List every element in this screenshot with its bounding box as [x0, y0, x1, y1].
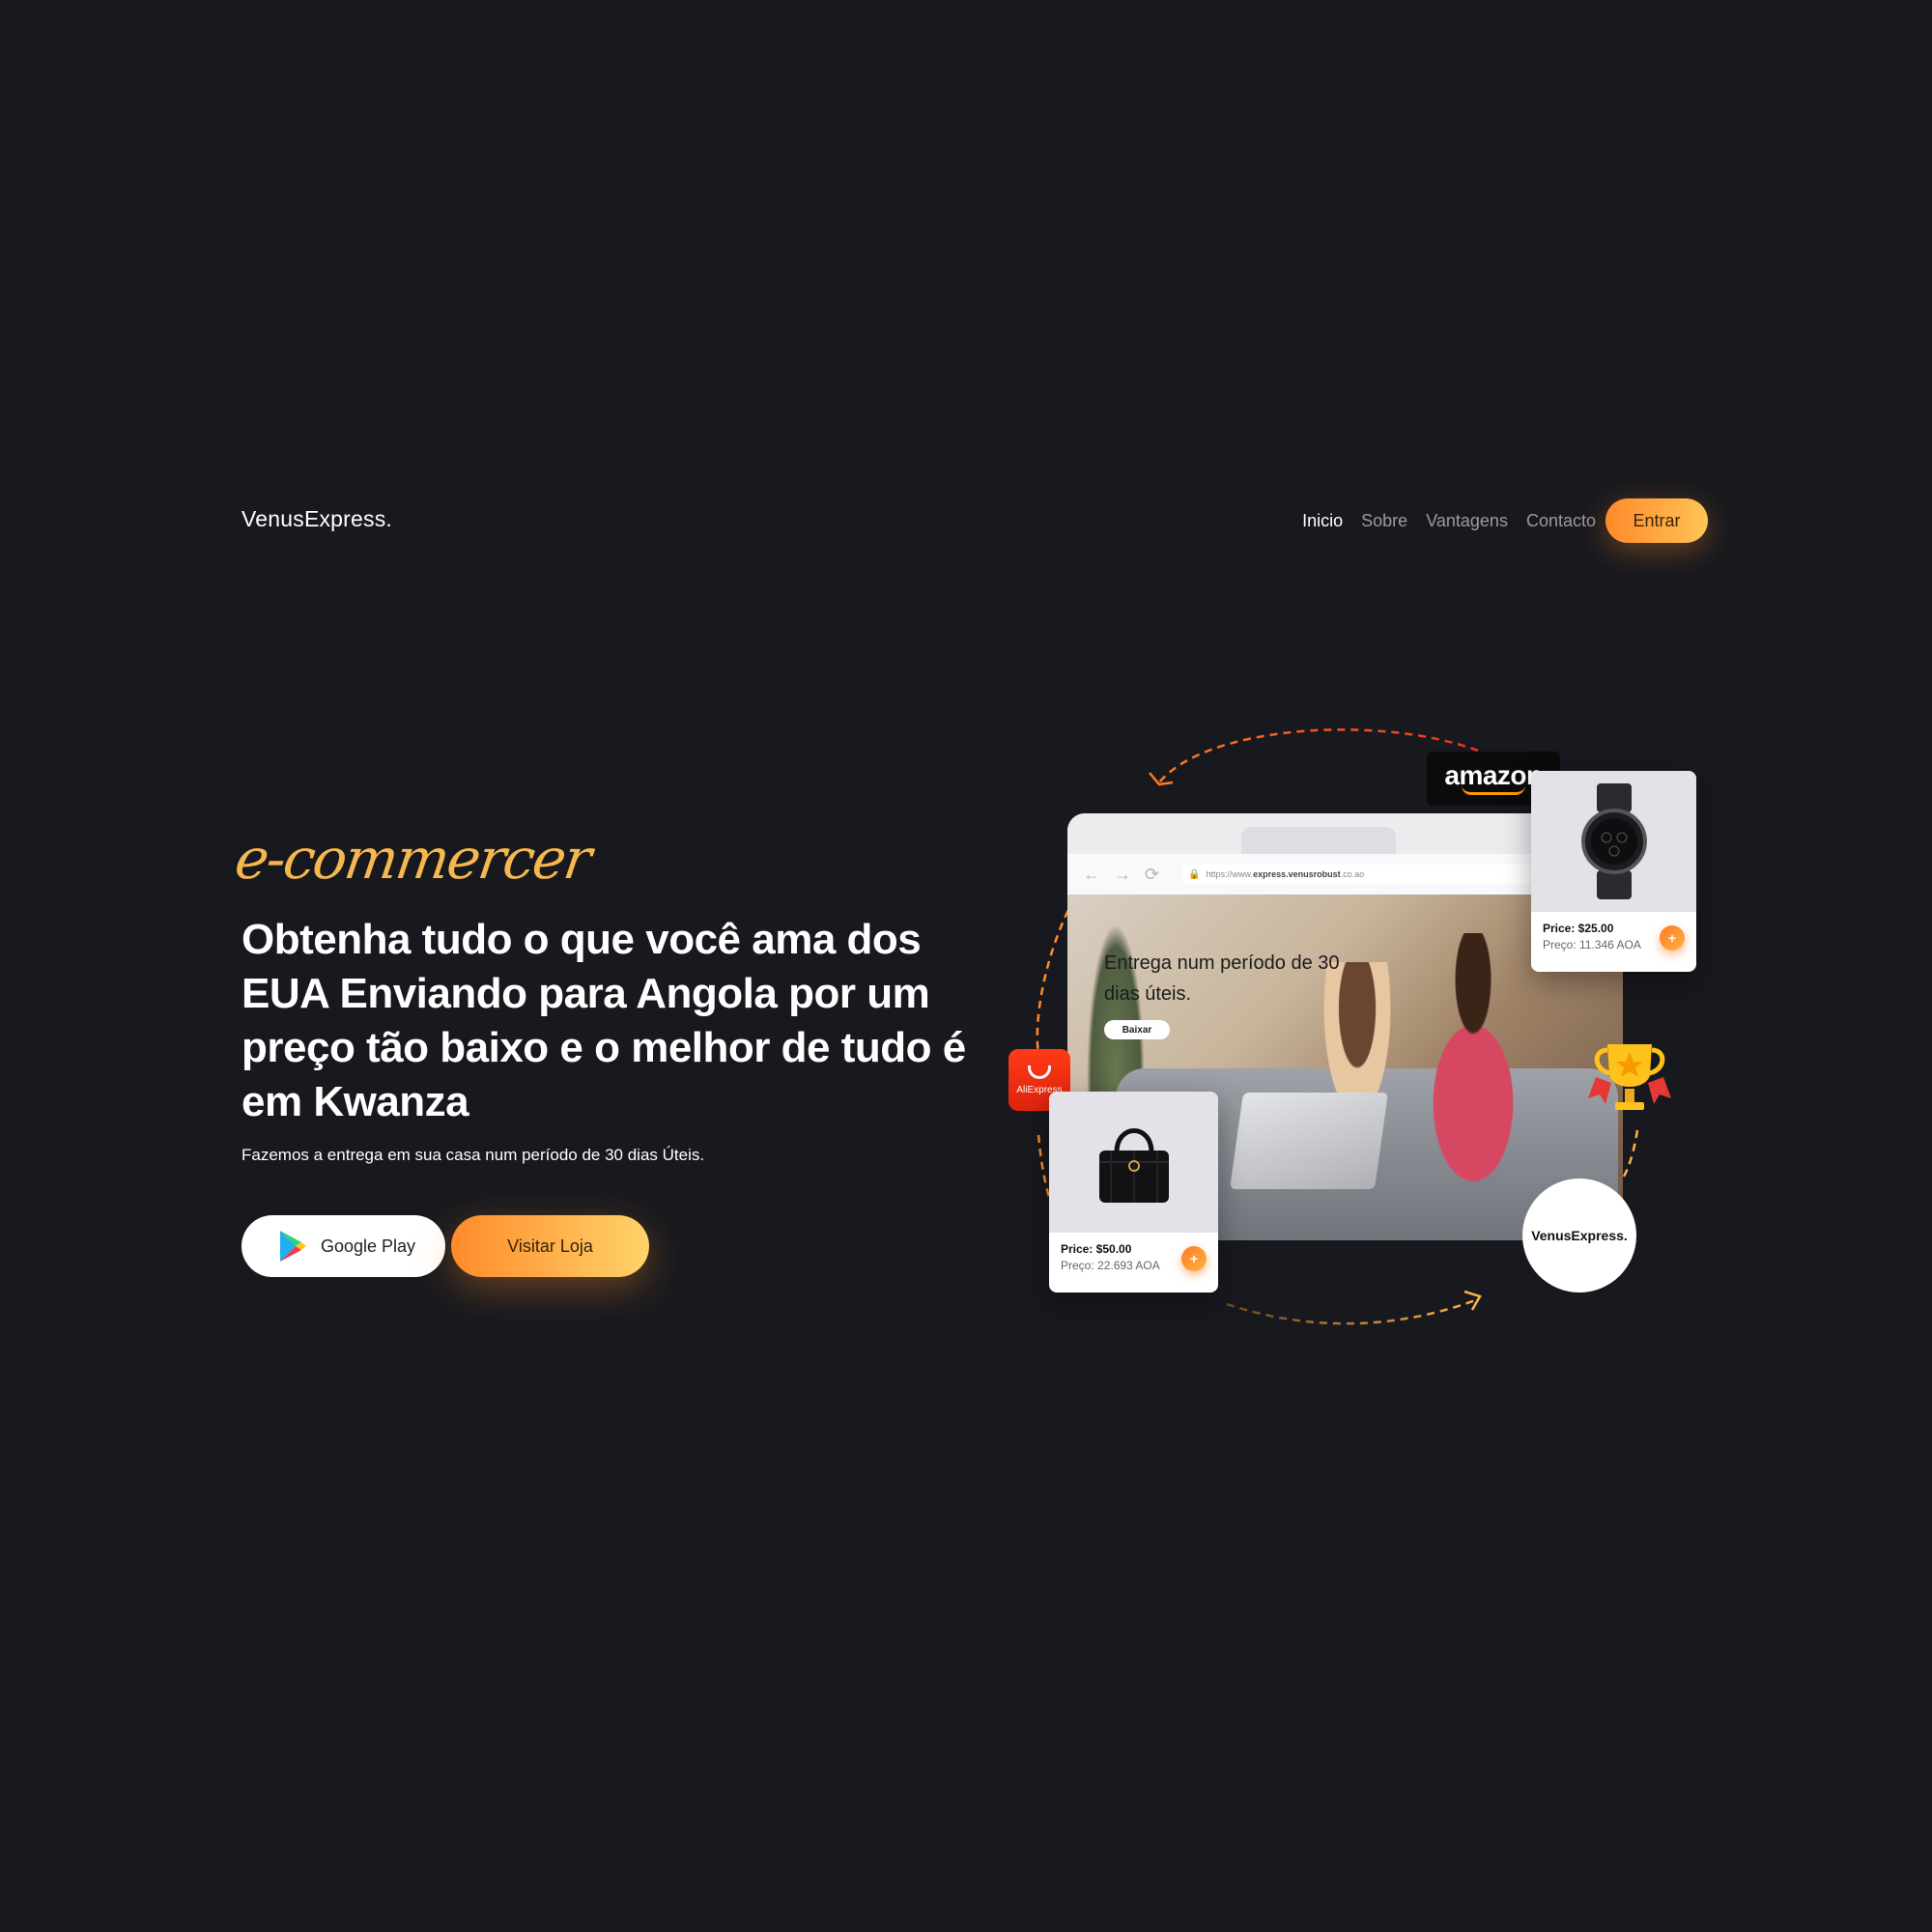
google-play-icon — [280, 1231, 306, 1262]
url-prefix: https://www. — [1206, 869, 1254, 879]
product-info: Price: $50.00 Preço: 22.693 AOA + — [1049, 1233, 1218, 1282]
laptop-shape — [1229, 1093, 1389, 1189]
product-card-bag[interactable]: Price: $50.00 Preço: 22.693 AOA + — [1049, 1092, 1218, 1293]
hero-headline: Obtenha tudo o que você ama dos EUA Envi… — [242, 916, 966, 1125]
aliexpress-bag-icon — [1028, 1065, 1051, 1079]
add-to-cart-button[interactable]: + — [1660, 925, 1685, 951]
hero-script-label: e-commercer — [231, 826, 594, 892]
nav-item-vantagens[interactable]: Vantagens — [1426, 511, 1508, 531]
browser-url: 🔒 https://www. express.venusrobust .co.ao — [1182, 865, 1570, 884]
download-button[interactable]: Baixar — [1104, 1020, 1170, 1039]
amazon-smile-icon — [1462, 785, 1525, 795]
visit-store-button[interactable]: Visitar Loja — [451, 1215, 649, 1277]
browser-tab — [1241, 827, 1396, 854]
product-card-watch[interactable]: Price: $25.00 Preço: 11.346 AOA + — [1531, 771, 1696, 972]
lock-icon: 🔒 — [1188, 868, 1201, 880]
browser-nav-icons: ←→⟳ — [1083, 864, 1174, 884]
watch-image — [1531, 771, 1696, 912]
brand-logo[interactable]: VenusExpress. — [242, 506, 392, 532]
nav-item-contacto[interactable]: Contacto — [1526, 511, 1596, 531]
venus-badge: VenusExpress. — [1522, 1179, 1636, 1293]
url-domain: express.venusrobust — [1253, 869, 1341, 879]
google-play-label: Google Play — [321, 1236, 416, 1256]
nav-item-sobre[interactable]: Sobre — [1361, 511, 1407, 531]
hero-subtitle: Fazemos a entrega em sua casa num períod… — [242, 1146, 705, 1164]
promo-text: Entrega num período de 30 dias úteis. — [1104, 952, 1340, 1005]
main-nav: Inicio Sobre Vantagens Contacto Entrar — [1284, 498, 1708, 543]
hero-illustration: ←→⟳ 🔒 https://www. express.venusrobust .co… — [995, 705, 1710, 1343]
product-info: Price: $25.00 Preço: 11.346 AOA + — [1531, 912, 1696, 961]
man-shape — [1386, 933, 1560, 1240]
nav-item-inicio[interactable]: Inicio — [1302, 511, 1343, 531]
trophy-icon — [1588, 1044, 1671, 1110]
login-button[interactable]: Entrar — [1605, 498, 1708, 543]
google-play-button[interactable]: Google Play — [242, 1215, 445, 1277]
handbag-image — [1049, 1092, 1218, 1233]
url-suffix: .co.ao — [1340, 869, 1365, 879]
add-to-cart-button[interactable]: + — [1181, 1246, 1207, 1271]
